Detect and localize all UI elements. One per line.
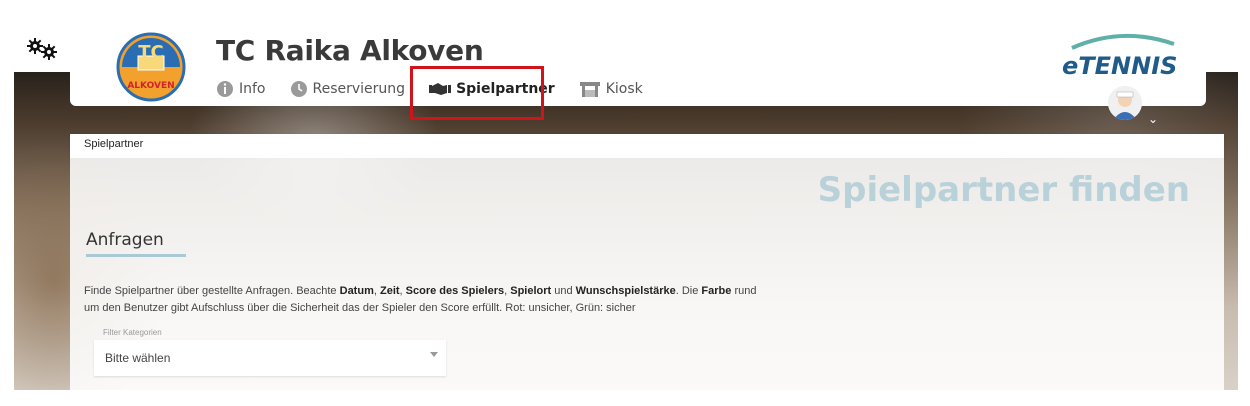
filter-label: Filter Kategorien bbox=[103, 328, 162, 337]
club-logo[interactable]: TC ALKOVEN bbox=[116, 32, 186, 102]
logo-text-tc: TC bbox=[138, 42, 164, 63]
filter-selected-value: Bitte wählen bbox=[105, 351, 171, 365]
nav-label-info: Info bbox=[239, 81, 266, 97]
user-avatar[interactable] bbox=[1108, 86, 1142, 120]
highlight-annotation-box bbox=[410, 66, 544, 120]
description-text: Finde Spielpartner über gestellte Anfrag… bbox=[84, 285, 757, 314]
breadcrumb-bar: Spielpartner bbox=[70, 134, 1224, 158]
nav-label-reservierung: Reservierung bbox=[312, 81, 406, 97]
logo-text-alkoven: ALKOVEN bbox=[127, 81, 174, 91]
page-title: Spielpartner finden bbox=[817, 170, 1190, 210]
nav-label-kiosk: Kiosk bbox=[605, 81, 643, 97]
settings-gear-icon[interactable] bbox=[26, 38, 60, 60]
nav-item-info[interactable]: Info bbox=[216, 80, 266, 98]
main-content: Spielpartner finden Anfragen Finde Spiel… bbox=[70, 158, 1224, 390]
nav-item-kiosk[interactable]: Kiosk bbox=[579, 80, 643, 98]
filter-category-select[interactable]: Bitte wählen bbox=[94, 340, 446, 376]
user-menu-chevron-down-icon[interactable]: ⌄ bbox=[1148, 112, 1158, 126]
section-underline bbox=[86, 254, 186, 257]
breadcrumb[interactable]: Spielpartner bbox=[84, 138, 143, 150]
kiosk-icon bbox=[579, 82, 600, 97]
etennis-logo[interactable]: eTENNIS bbox=[1062, 30, 1182, 78]
info-icon bbox=[217, 81, 233, 97]
user-avatar-icon bbox=[1108, 86, 1142, 120]
clock-icon bbox=[290, 81, 307, 97]
nav-item-reservierung[interactable]: Reservierung bbox=[290, 80, 406, 98]
dropdown-caret-icon bbox=[430, 352, 438, 357]
brand-text: eTENNIS bbox=[1062, 52, 1177, 78]
section-title-anfragen: Anfragen bbox=[86, 230, 164, 250]
club-name: TC Raika Alkoven bbox=[216, 34, 484, 67]
